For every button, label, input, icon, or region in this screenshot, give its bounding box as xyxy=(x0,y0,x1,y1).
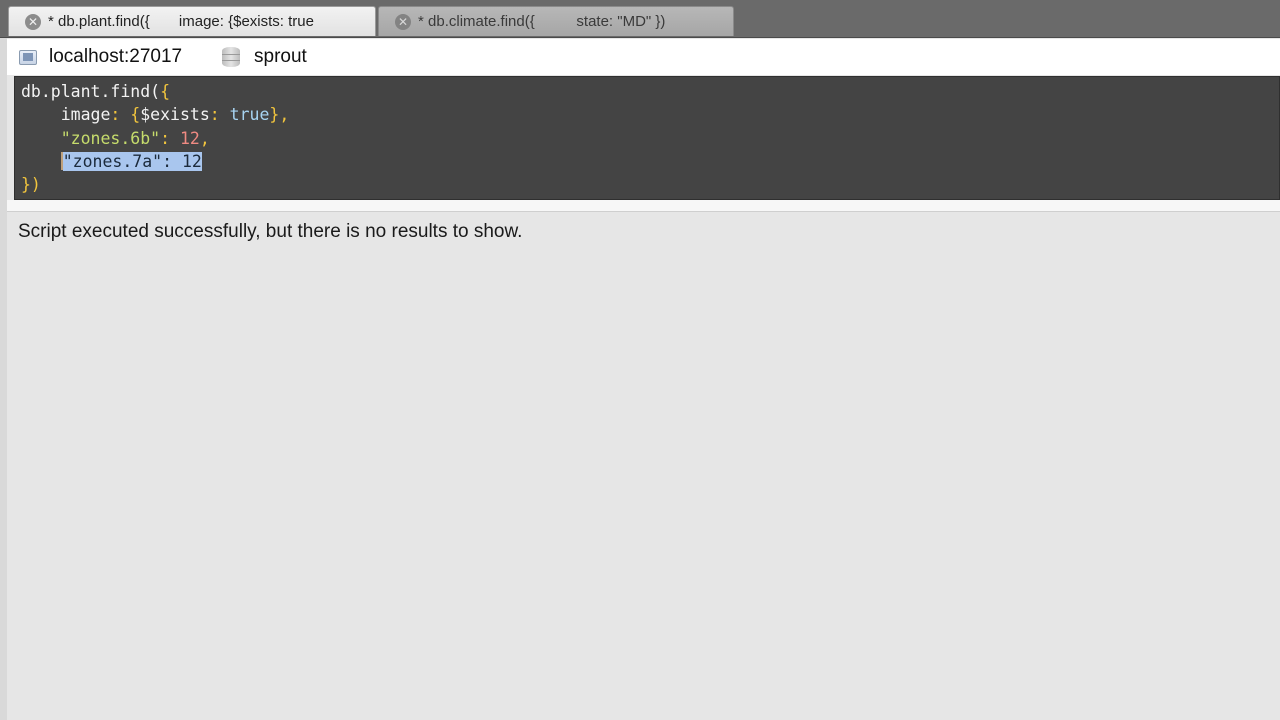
close-tab-icon[interactable]: ✕ xyxy=(395,13,411,30)
code-line-4: "zones.7a": 12 xyxy=(15,150,1279,173)
code-token: "zones.6b" xyxy=(60,128,161,148)
code-token: , xyxy=(199,128,210,148)
code-token: { xyxy=(160,82,171,101)
code-token: : xyxy=(160,128,180,148)
database-info: sprout xyxy=(222,39,307,75)
result-message: Script executed successfully, but there … xyxy=(18,221,523,242)
code-token: }) xyxy=(21,175,41,195)
code-token: { xyxy=(130,105,141,125)
close-tab-icon[interactable]: ✕ xyxy=(25,13,41,30)
results-pane: Script executed successfully, but there … xyxy=(7,212,1280,720)
window-left-edge xyxy=(0,38,7,720)
code-line-1: db.plant.find({ xyxy=(15,80,1279,103)
connection-info-bar: localhost:27017 sprout xyxy=(7,39,1280,75)
code-token: true xyxy=(229,105,270,125)
code-token: db.plant.find( xyxy=(21,82,161,101)
code-token: : xyxy=(110,105,131,125)
code-line-5: }) xyxy=(15,173,1279,196)
pane-splitter[interactable] xyxy=(7,200,1280,212)
code-token: 12 xyxy=(179,128,200,148)
server-address: localhost:27017 xyxy=(49,46,183,67)
tab-bar: ✕ * db.plant.find({ image: {$exists: tru… xyxy=(0,0,1280,38)
tab-title: * db.plant.find({ image: {$exists: true xyxy=(48,13,314,30)
tab-plant-query[interactable]: ✕ * db.plant.find({ image: {$exists: tru… xyxy=(8,6,376,36)
query-editor[interactable]: db.plant.find({ image: {$exists: true}, … xyxy=(14,76,1280,200)
code-token: $exists xyxy=(140,105,210,125)
tab-climate-query[interactable]: ✕ * db.climate.find({ state: "MD" }) xyxy=(378,6,734,36)
code-token: } xyxy=(269,105,280,125)
code-token: , xyxy=(279,105,290,125)
monitor-icon xyxy=(19,49,37,65)
selected-text: "zones.7a": 12 xyxy=(62,151,202,171)
code-token: image xyxy=(60,105,111,125)
code-token: : xyxy=(209,105,230,125)
code-line-2: image: {$exists: true}, xyxy=(15,103,1279,126)
tab-title: * db.climate.find({ state: "MD" }) xyxy=(418,13,666,30)
database-icon xyxy=(222,47,240,67)
database-name: sprout xyxy=(254,46,307,67)
server-info: localhost:27017 xyxy=(19,39,182,75)
code-line-3: "zones.6b": 12, xyxy=(15,127,1279,150)
